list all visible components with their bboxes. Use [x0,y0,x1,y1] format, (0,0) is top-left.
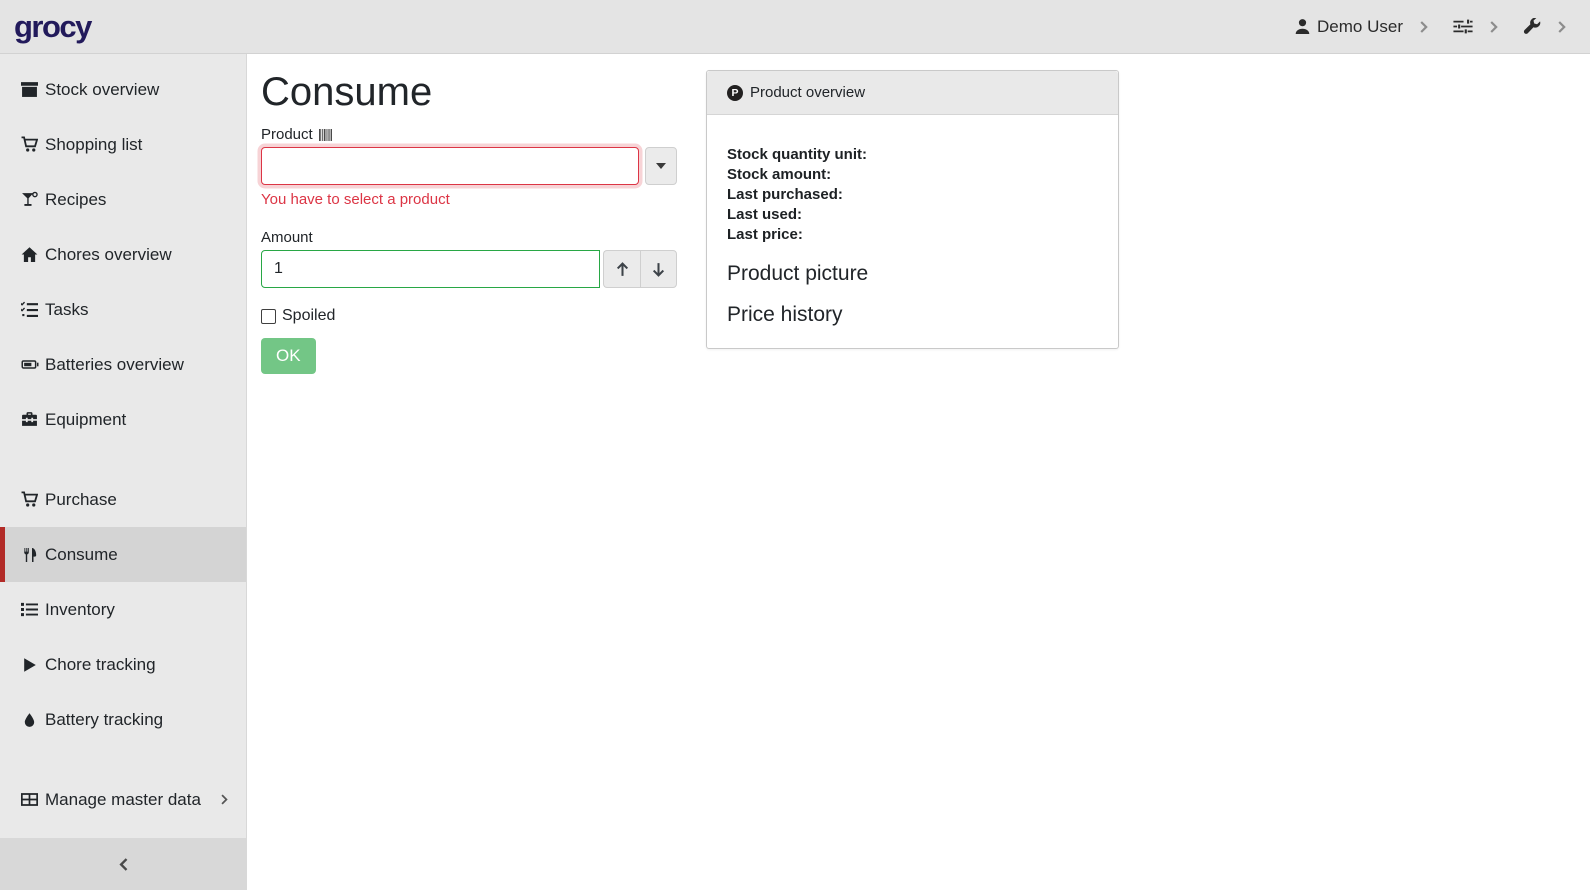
spoiled-label: Spoiled [282,307,335,325]
sidebar-collapse-button[interactable] [0,838,246,890]
chevron-right-icon[interactable] [1558,21,1566,33]
sidebar-item-label: Recipes [45,190,106,210]
card-header: P Product overview [707,71,1118,115]
sidebar-item-label: Tasks [45,300,88,320]
user-menu[interactable]: Demo User [1294,17,1403,37]
sidebar-item-battery-tracking[interactable]: Battery tracking [0,692,246,747]
amount-decrement-button[interactable] [640,250,677,288]
sidebar-item-recipes[interactable]: Recipes [0,172,246,227]
utensils-icon [20,547,39,563]
sidebar-item-label: Manage master data [45,790,201,810]
arrow-up-icon [615,262,630,277]
main-content: Consume Product You have to select a pro… [247,54,1590,890]
toolbox-icon [20,411,39,428]
sidebar-item-purchase[interactable]: Purchase [0,472,246,527]
sidebar-group-divider [0,747,246,772]
sidebar-item-chore-tracking[interactable]: Chore tracking [0,637,246,692]
sidebar-item-label: Inventory [45,600,115,620]
sidebar-item-stock-overview[interactable]: Stock overview [0,62,246,117]
cart-icon [20,136,39,153]
sidebar-item-label: Equipment [45,410,126,430]
stock-quantity-unit-field: Stock quantity unit: [727,145,1098,165]
last-used-field: Last used: [727,205,1098,225]
price-history-heading: Price history [727,303,1098,327]
cocktail-icon [20,191,39,208]
sidebar-item-label: Stock overview [45,80,159,100]
amount-input[interactable] [261,250,600,288]
card-body: Stock quantity unit: Stock amount: Last … [707,115,1118,327]
sidebar-item-label: Purchase [45,490,117,510]
product-label: Product [261,126,313,143]
table-icon [20,791,39,808]
last-purchased-field: Last purchased: [727,185,1098,205]
user-label: Demo User [1317,17,1403,37]
sidebar-item-label: Shopping list [45,135,142,155]
amount-increment-button[interactable] [603,250,640,288]
wrench-icon[interactable] [1523,18,1541,35]
barcode-icon[interactable] [319,129,332,141]
ok-button[interactable]: OK [261,338,316,374]
sidebar: Stock overview Shopping list Recipes Cho… [0,54,247,890]
product-overview-card: P Product overview Stock quantity unit: … [706,70,1119,349]
grocy-logo[interactable]: grocy [14,11,91,42]
consume-form: Product You have to select a product Amo… [261,126,677,374]
cart-icon [20,491,39,508]
list-icon [20,601,39,618]
tasks-icon [20,301,39,318]
product-circle-icon: P [727,85,743,101]
navbar-right: Demo User [1294,17,1572,37]
battery-icon [20,356,39,373]
card-title: Product overview [750,84,865,101]
chevron-right-icon[interactable] [1420,21,1428,33]
sidebar-item-label: Chores overview [45,245,172,265]
sidebar-group-divider [0,447,246,472]
sidebar-item-equipment[interactable]: Equipment [0,392,246,447]
play-icon [20,657,39,673]
sidebar-item-manage-master-data[interactable]: Manage master data [0,772,246,827]
last-price-field: Last price: [727,225,1098,245]
spoiled-checkbox[interactable] [261,309,276,324]
product-dropdown-button[interactable] [645,147,677,185]
product-picture-heading: Product picture [727,262,1098,286]
sidebar-item-label: Batteries overview [45,355,184,375]
user-icon [1294,18,1311,35]
amount-label: Amount [261,229,313,246]
sidebar-item-batteries-overview[interactable]: Batteries overview [0,337,246,392]
caret-down-icon [656,163,666,169]
chevron-right-icon[interactable] [1490,21,1498,33]
product-input[interactable] [261,147,639,185]
arrow-down-icon [651,262,666,277]
sidebar-item-tasks[interactable]: Tasks [0,282,246,337]
droplet-icon [20,712,39,728]
product-error-message: You have to select a product [261,191,677,208]
sidebar-item-inventory[interactable]: Inventory [0,582,246,637]
box-icon [20,81,39,98]
home-icon [20,246,39,263]
stock-amount-field: Stock amount: [727,165,1098,185]
sidebar-item-label: Chore tracking [45,655,156,675]
sidebar-item-shopping-list[interactable]: Shopping list [0,117,246,172]
sidebar-item-label: Consume [45,545,118,565]
sidebar-item-chores-overview[interactable]: Chores overview [0,227,246,282]
sidebar-item-consume[interactable]: Consume [0,527,246,582]
top-navbar: grocy Demo User [0,0,1590,54]
chevron-left-icon [119,858,128,871]
chevron-right-icon [221,794,228,805]
sidebar-item-label: Battery tracking [45,710,163,730]
settings-sliders-icon[interactable] [1453,18,1473,35]
